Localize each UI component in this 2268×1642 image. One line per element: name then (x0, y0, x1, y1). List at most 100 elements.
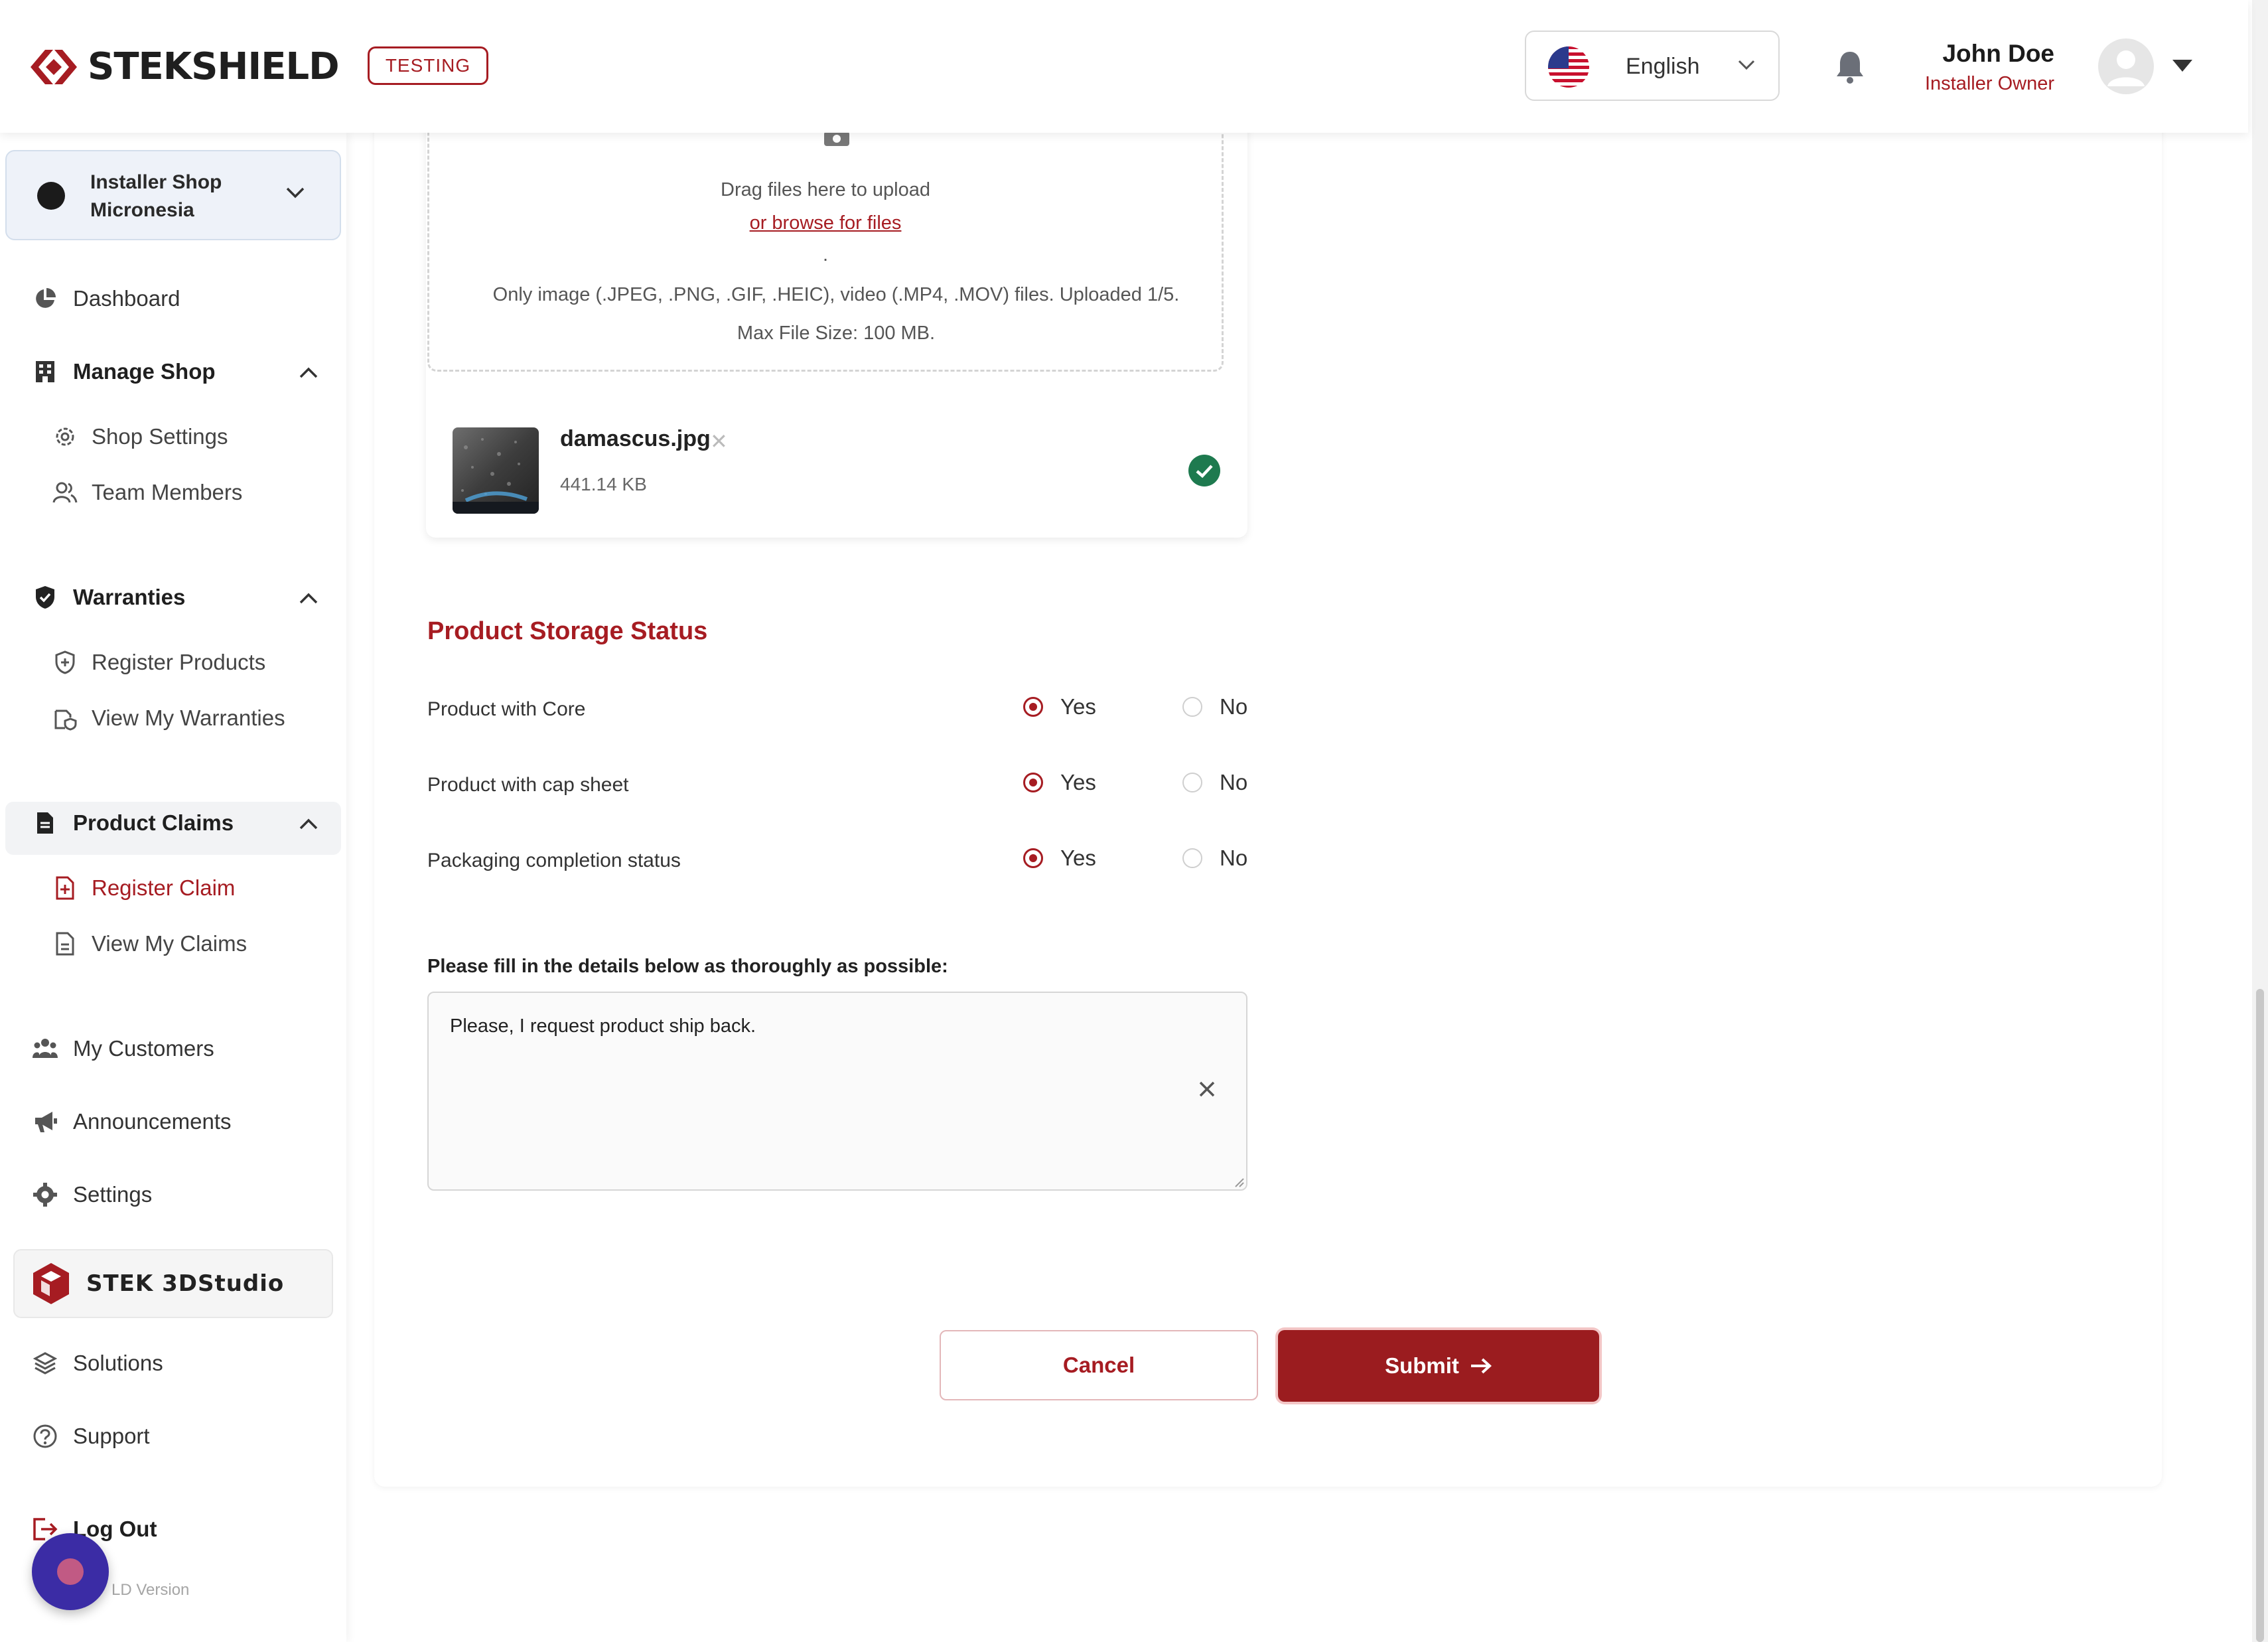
notification-bell-icon[interactable] (1834, 49, 1866, 85)
shield-check-icon (32, 584, 58, 611)
shop-logo-icon (37, 182, 65, 210)
language-label: English (1626, 54, 1700, 79)
sidebar-item-product-claims[interactable]: Product Claims (32, 810, 234, 836)
file-thumbnail (453, 427, 539, 514)
chevron-up-icon[interactable] (299, 592, 319, 605)
top-header: STEKSHIELD TESTING English John Doe Inst… (0, 0, 2248, 133)
allowed-file-types: Only image (.JPEG, .PNG, .GIF, .HEIC), v… (492, 284, 1180, 305)
sidebar-item-label: Manage Shop (73, 359, 216, 384)
details-textarea[interactable]: Please, I request product ship back. (427, 992, 1247, 1191)
sidebar-item-announcements[interactable]: Announcements (32, 1108, 232, 1135)
sidebar-item-view-my-claims[interactable]: View My Claims (52, 931, 247, 957)
building-icon (32, 358, 58, 385)
sidebar-item-label: Team Members (92, 480, 243, 504)
sidebar-item-label: View My Warranties (92, 706, 285, 730)
sidebar-item-label: Settings (73, 1182, 153, 1207)
dropzone-instructions: Drag files here to upload (721, 179, 930, 200)
radio-label: No (1220, 770, 1248, 794)
sidebar-item-solutions[interactable]: Solutions (32, 1350, 163, 1377)
sidebar-item-warranties[interactable]: Warranties (32, 584, 185, 611)
sidebar-item-support[interactable]: Support (32, 1423, 150, 1450)
sidebar-item-label: Register Products (92, 650, 266, 674)
sidebar-item-settings[interactable]: Settings (32, 1181, 152, 1208)
stek-3dstudio-link[interactable]: STEK 3DStudio (13, 1249, 333, 1318)
browse-files-link[interactable]: or browse for files (427, 212, 1224, 234)
radio-core-yes[interactable]: Yes (1023, 694, 1096, 719)
radio-selected-icon (1023, 848, 1043, 868)
radio-label: Yes (1060, 846, 1096, 870)
sidebar-item-label: Announcements (73, 1109, 232, 1134)
arrow-right-icon (1470, 1358, 1492, 1374)
app-version: LD Version (111, 1581, 190, 1599)
sidebar-item-label: Product Claims (73, 810, 234, 835)
sidebar: Installer Shop Micronesia Dashboard Mana… (0, 133, 346, 1642)
radio-core-no[interactable]: No (1182, 694, 1247, 719)
storage-status-title: Product Storage Status (427, 617, 708, 645)
shop-name-line2: Micronesia (90, 199, 194, 221)
chat-widget-icon (57, 1558, 84, 1585)
sidebar-item-view-my-warranties[interactable]: View My Warranties (52, 705, 285, 731)
sidebar-item-register-claim[interactable]: Register Claim (52, 875, 235, 901)
radio-unselected-icon (1182, 773, 1202, 792)
user-name[interactable]: John Doe (1942, 40, 2054, 68)
customers-icon (32, 1035, 58, 1062)
sidebar-item-label: My Customers (73, 1036, 214, 1061)
radio-selected-icon (1023, 773, 1043, 792)
submit-button-label: Submit (1385, 1353, 1459, 1378)
sidebar-item-shop-settings[interactable]: Shop Settings (52, 423, 228, 450)
radio-unselected-icon (1182, 697, 1202, 717)
user-menu-caret-icon[interactable] (2171, 58, 2194, 73)
sidebar-item-my-customers[interactable]: My Customers (32, 1035, 214, 1062)
details-field-label: Please fill in the details below as thor… (427, 956, 948, 977)
sidebar-item-manage-shop[interactable]: Manage Shop (32, 358, 216, 385)
language-select[interactable]: English (1525, 31, 1780, 101)
pie-chart-icon (32, 285, 58, 312)
shop-name-line1: Installer Shop (90, 171, 222, 193)
sidebar-item-label: Shop Settings (92, 424, 228, 449)
document-shield-icon (52, 705, 78, 731)
sidebar-item-dashboard[interactable]: Dashboard (32, 285, 180, 312)
us-flag-icon (1548, 46, 1589, 88)
chevron-up-icon[interactable] (299, 818, 319, 831)
user-role: Installer Owner (1924, 73, 2054, 94)
radio-cap-sheet-no[interactable]: No (1182, 770, 1247, 795)
document-icon (32, 810, 58, 836)
brand-logo[interactable]: STEKSHIELD (29, 45, 340, 88)
resize-handle-icon[interactable] (1233, 1176, 1245, 1188)
brand-name: STEKSHIELD (88, 45, 340, 88)
stek-3dstudio-label: STEK 3DStudio (86, 1270, 285, 1297)
submit-button[interactable]: Submit (1278, 1330, 1599, 1402)
remove-file-icon[interactable]: ✕ (710, 429, 728, 454)
sidebar-item-label: Solutions (73, 1351, 163, 1375)
radio-label: Yes (1060, 770, 1096, 794)
sidebar-item-register-products[interactable]: Register Products (52, 649, 265, 676)
user-avatar[interactable] (2098, 38, 2154, 94)
shop-selector[interactable]: Installer Shop Micronesia (5, 150, 341, 240)
sidebar-item-team-members[interactable]: Team Members (52, 479, 242, 506)
dropzone-separator: . (822, 244, 829, 265)
cancel-button[interactable]: Cancel (940, 1330, 1258, 1400)
users-icon (52, 479, 78, 506)
radio-cap-sheet-yes[interactable]: Yes (1023, 770, 1096, 795)
megaphone-icon (32, 1108, 58, 1135)
gear-icon (32, 1181, 58, 1208)
clear-text-icon[interactable] (1194, 1077, 1220, 1102)
radio-label: No (1220, 694, 1248, 719)
question-product-with-core: Product with Core (427, 698, 586, 720)
chat-widget-button[interactable] (32, 1533, 109, 1610)
radio-selected-icon (1023, 697, 1043, 717)
chevron-up-icon[interactable] (299, 366, 319, 380)
uploaded-file-name: damascus.jpg (560, 426, 711, 451)
gear-icon (52, 423, 78, 450)
layers-icon (32, 1350, 58, 1377)
sidebar-item-label: Support (73, 1424, 150, 1448)
image-thumbnail-icon (453, 427, 539, 514)
shield-plus-icon (52, 649, 78, 676)
page-scrollbar-thumb[interactable] (2256, 989, 2264, 1642)
radio-packaging-no[interactable]: No (1182, 846, 1247, 871)
avatar-placeholder-icon (2107, 50, 2145, 86)
sidebar-item-label: View My Claims (92, 931, 248, 956)
radio-label: No (1220, 846, 1248, 870)
document-lines-icon (52, 931, 78, 957)
radio-packaging-yes[interactable]: Yes (1023, 846, 1096, 871)
